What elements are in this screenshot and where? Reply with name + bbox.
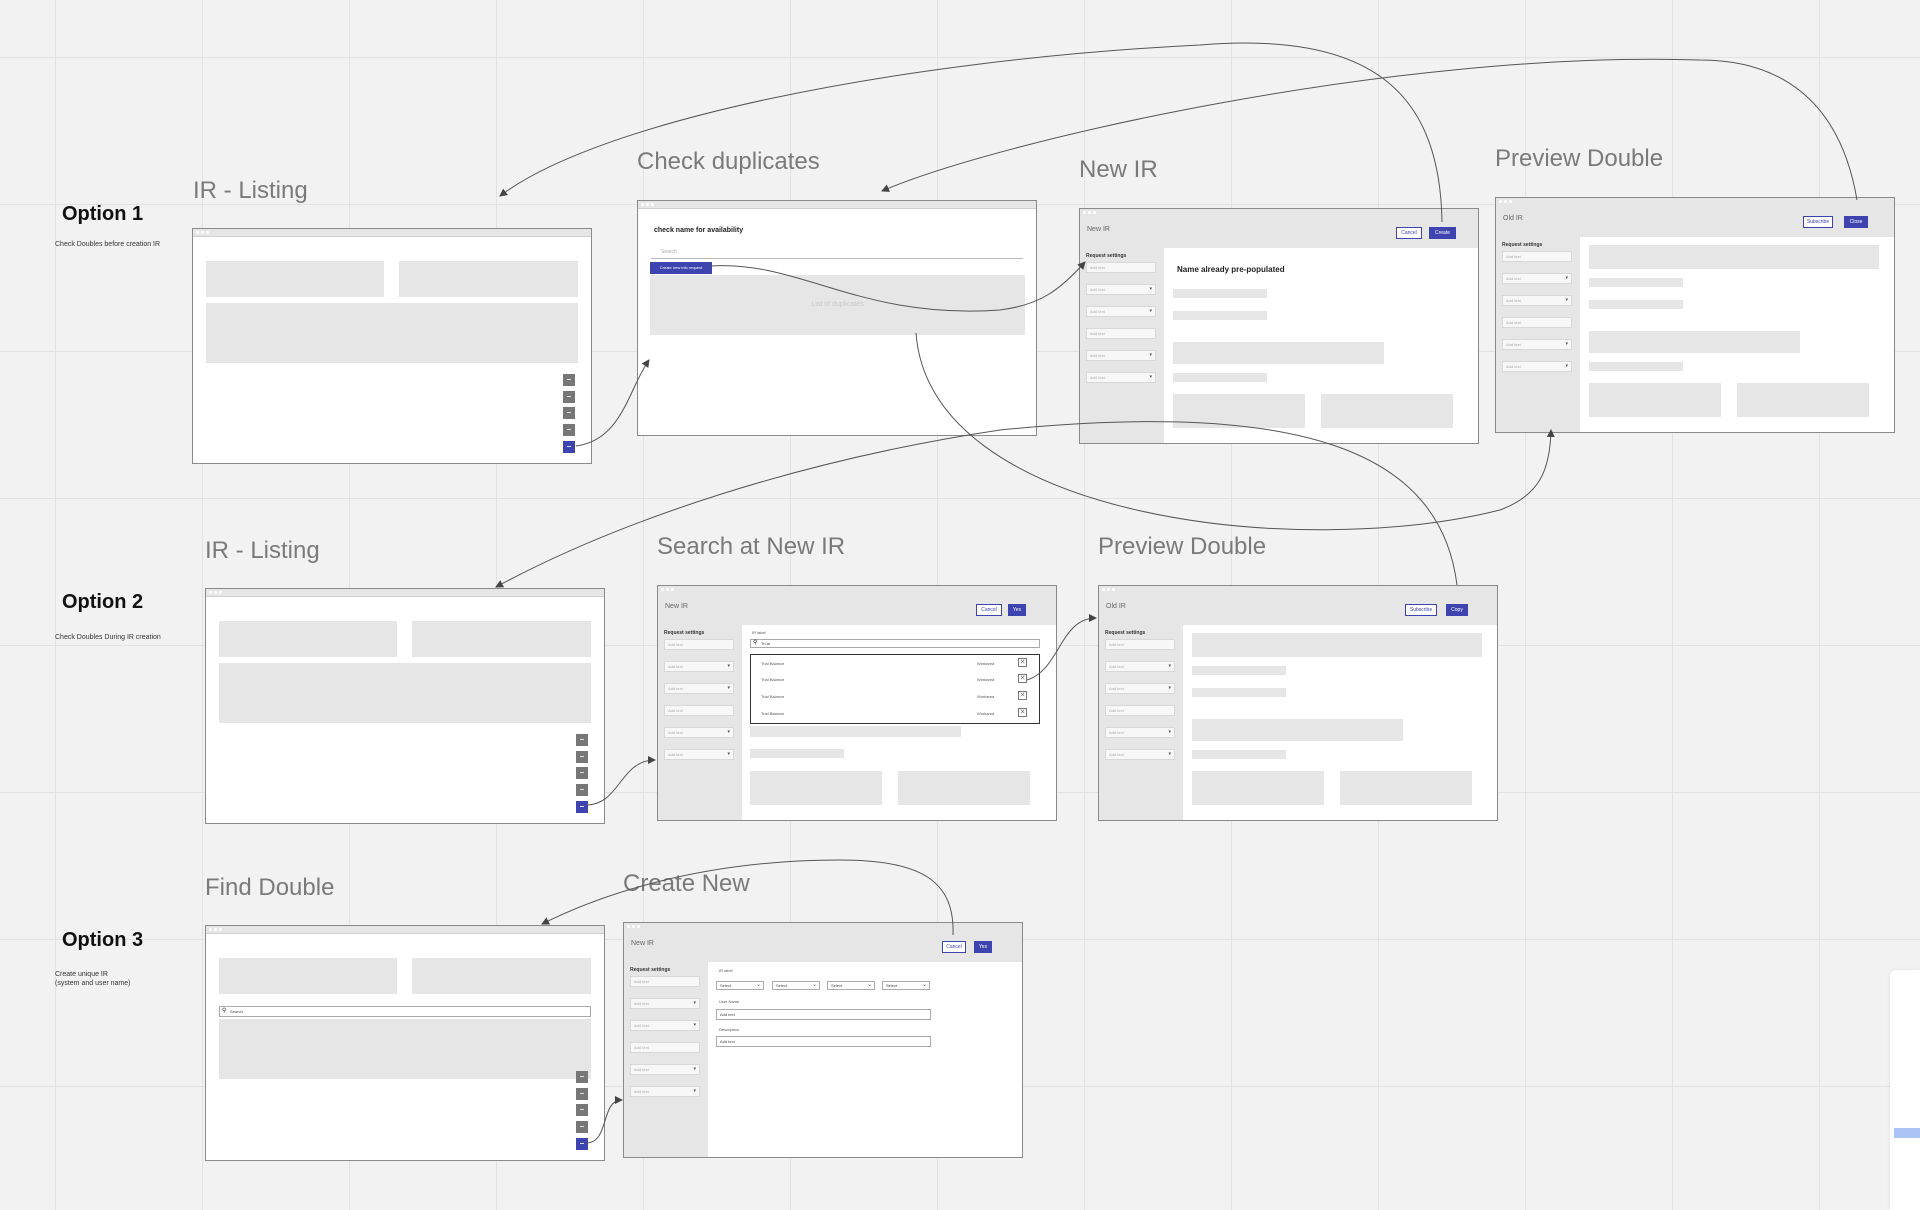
connector-arrow <box>499 42 1443 223</box>
connector-arrow <box>915 332 1555 531</box>
connector-arrow <box>585 756 656 806</box>
connector-arrow <box>881 58 1858 201</box>
connector-arrow <box>495 421 1458 588</box>
connector-arrow <box>709 261 1086 312</box>
connector-arrow <box>1026 614 1097 681</box>
connector-arrow <box>575 359 650 447</box>
connector-arrow <box>585 1096 623 1144</box>
connector-arrows <box>495 42 1858 1144</box>
connector-arrow <box>541 859 954 936</box>
